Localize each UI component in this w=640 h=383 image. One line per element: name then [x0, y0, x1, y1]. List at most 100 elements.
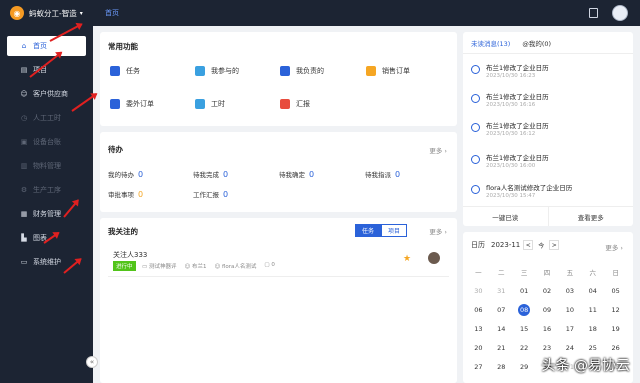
weekday-label: 二 — [498, 268, 505, 277]
tab-projects[interactable]: 项目 — [381, 224, 408, 237]
following-title: 我关注的 — [108, 227, 138, 236]
calendar-day[interactable]: 25 — [581, 344, 604, 352]
message-item[interactable]: 布兰1修改了企业日历 2023/10/30 16:16 — [471, 91, 621, 117]
status-badge: 进行中 — [113, 261, 136, 271]
tab-unread[interactable]: 未读消息(13) — [471, 38, 510, 48]
project-meta: ▭ 测试神器评 — [142, 264, 177, 270]
calendar-day[interactable]: 03 — [558, 287, 581, 295]
function-task[interactable]: 任务 — [110, 66, 140, 76]
calendar-day[interactable]: 08 — [513, 303, 536, 316]
chevron-down-icon[interactable]: ▾ — [80, 10, 83, 17]
calendar-day[interactable]: 04 — [581, 287, 604, 295]
sidebar-item-finance[interactable]: ▦ 财务管理 — [7, 204, 86, 224]
calendar-day[interactable]: 19 — [604, 325, 627, 333]
breadcrumb[interactable]: 首页 — [105, 8, 119, 18]
finance-icon: ▦ — [20, 210, 28, 218]
weekday-label: 四 — [543, 268, 551, 277]
sidebar-item-labor-hours[interactable]: ◷ 人工工时 — [7, 108, 86, 128]
function-participating[interactable]: 我参与的 — [195, 66, 239, 76]
sidebar-collapse-button[interactable]: « — [86, 356, 98, 368]
calendar-day[interactable]: 26 — [604, 344, 627, 352]
calendar-day[interactable]: 14 — [490, 325, 513, 333]
todo-title: 待办 — [108, 145, 123, 154]
star-icon[interactable]: ★ — [403, 254, 411, 264]
bell-icon — [471, 65, 480, 74]
calendar-day[interactable]: 18 — [581, 325, 604, 333]
sidebar-item-home[interactable]: ⌂ 首页 — [7, 36, 86, 56]
calendar-day[interactable]: 16 — [536, 325, 559, 333]
bell-icon — [471, 94, 480, 103]
messages-tabs: 未读消息(13) @我的(0) — [463, 32, 633, 54]
avatar[interactable] — [612, 5, 628, 21]
today-button[interactable]: 今 — [536, 240, 546, 250]
todo-item[interactable]: 待我完成 0 — [193, 169, 228, 179]
todo-item[interactable]: 工作汇报 0 — [193, 189, 228, 199]
bell-icon — [471, 155, 480, 164]
messages-card: 未读消息(13) @我的(0) 布兰1修改了企业日历 2023/10/30 16:… — [463, 32, 633, 226]
message-item[interactable]: 布兰1修改了企业日历 2023/10/30 16:12 — [471, 120, 621, 146]
bell-icon — [471, 123, 480, 132]
todo-item[interactable]: 待我指派 0 — [365, 169, 400, 179]
sidebar-item-charts[interactable]: ▙ 图表 — [7, 228, 86, 248]
calendar-day[interactable]: 01 — [513, 287, 536, 295]
sidebar-item-customers[interactable]: ☺ 客户供应商 — [7, 84, 86, 104]
calendar-day[interactable]: 21 — [490, 344, 513, 352]
calendar-day[interactable]: 05 — [604, 287, 627, 295]
tab-mentions[interactable]: @我的(0) — [522, 38, 551, 48]
function-responsible[interactable]: 我负责的 — [280, 66, 324, 76]
header: 首页 — [93, 0, 640, 26]
calendar-day[interactable]: 13 — [467, 325, 490, 333]
sidebar-item-equipment[interactable]: ▣ 设备台账 — [7, 132, 86, 152]
calendar-day[interactable]: 02 — [536, 287, 559, 295]
calendar-day[interactable]: 07 — [490, 306, 513, 314]
calendar-week-row: 13 14 15 16 17 18 19 — [467, 319, 627, 338]
calendar-more-link[interactable]: 更多 › — [605, 242, 623, 252]
calendar-header: 日历 2023-11 < 今 > — [471, 240, 560, 250]
message-item[interactable]: 布兰1修改了企业日历 2023/10/30 16:00 — [471, 152, 621, 178]
next-month-button[interactable]: > — [549, 240, 560, 250]
todo-item[interactable]: 审批事项 0 — [108, 189, 143, 199]
following-item[interactable]: 关注人333 进行中 ▭ 测试神器评 ☺ 布兰1 ☺ flora人名测试 ▢ 0… — [108, 244, 449, 277]
calendar-day[interactable]: 28 — [490, 363, 513, 371]
following-more-link[interactable]: 更多 › — [429, 226, 447, 236]
calendar-day[interactable]: 06 — [467, 306, 490, 314]
document-icon[interactable] — [589, 8, 598, 18]
view-more-button[interactable]: 查看更多 — [549, 207, 634, 226]
sidebar-item-materials[interactable]: ▥ 物料管理 — [7, 156, 86, 176]
message-item[interactable]: flora人名测试修改了企业日历 2023/10/30 15:47 — [471, 182, 621, 208]
todo-more-link[interactable]: 更多 › — [429, 145, 447, 155]
watermark: 头条 @易协云 — [541, 358, 630, 374]
function-report[interactable]: 汇报 — [280, 99, 310, 109]
calendar-day[interactable]: 22 — [513, 344, 536, 352]
calendar-day[interactable]: 12 — [604, 306, 627, 314]
calendar-month[interactable]: 2023-11 — [491, 241, 520, 249]
calendar-week-row: 30 31 01 02 03 04 05 — [467, 281, 627, 300]
tab-tasks[interactable]: 任务 — [355, 224, 382, 237]
common-functions-title: 常用功能 — [108, 42, 138, 51]
calendar-day[interactable]: 30 — [467, 287, 490, 295]
todo-item[interactable]: 我的待办 0 — [108, 169, 143, 179]
function-work-hours[interactable]: 工时 — [195, 99, 225, 109]
calendar-day[interactable]: 27 — [467, 363, 490, 371]
calendar-day[interactable]: 31 — [490, 287, 513, 295]
message-item[interactable]: 布兰1修改了企业日历 2023/10/30 16:23 — [471, 62, 621, 88]
sidebar: ◉ 蚂蚁分工-智造 ▾ ⌂首页 ▤项目 ☺客户供应商 ◷人工工时 ▣设备台账 ▥… — [0, 0, 93, 383]
user-icon: ☺ — [20, 90, 28, 98]
function-outsource-order[interactable]: 委外订单 — [110, 99, 154, 109]
calendar-day[interactable]: 23 — [536, 344, 559, 352]
following-item-meta: ▭ 测试神器评 ☺ 布兰1 ☺ flora人名测试 ▢ 0 — [142, 262, 275, 270]
calendar-day[interactable]: 09 — [536, 306, 559, 314]
calendar-day[interactable]: 10 — [558, 306, 581, 314]
function-sales-order[interactable]: 销售订单 — [366, 66, 410, 76]
calendar-day[interactable]: 24 — [558, 344, 581, 352]
todo-item[interactable]: 待我确定 0 — [279, 169, 314, 179]
calendar-day[interactable]: 20 — [467, 344, 490, 352]
calendar-day[interactable]: 11 — [581, 306, 604, 314]
prev-month-button[interactable]: < — [523, 240, 534, 250]
calendar-day[interactable]: 29 — [513, 363, 536, 371]
todo-card: 待办 更多 › 我的待办 0 待我完成 0 待我确定 0 待我指派 0 审批事项 0 工作… — [100, 132, 457, 212]
calendar-day[interactable]: 15 — [513, 325, 536, 333]
calendar-day[interactable]: 17 — [558, 325, 581, 333]
task-icon — [110, 66, 120, 76]
read-all-button[interactable]: 一键已读 — [463, 207, 549, 226]
